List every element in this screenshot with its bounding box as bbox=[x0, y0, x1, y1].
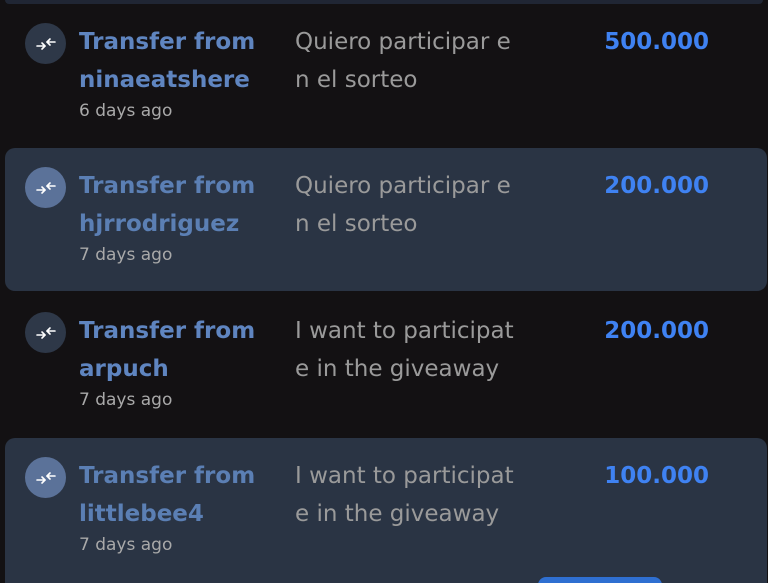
transfer-arrows-icon bbox=[25, 457, 66, 498]
transfer-title-link[interactable]: Transfer from hjrrodriguez bbox=[79, 167, 279, 243]
transaction-memo: I want to participat e in the giveaway bbox=[295, 312, 535, 388]
transaction-amount: 100.000 bbox=[604, 463, 709, 489]
transfer-arrows-svg bbox=[35, 181, 56, 194]
transfer-arrows-svg bbox=[35, 37, 56, 50]
sender-username-link[interactable]: hjrrodriguez bbox=[79, 205, 279, 243]
transfer-title-label: Transfer from bbox=[79, 463, 256, 489]
transfer-arrows-svg bbox=[35, 471, 56, 484]
memo-line: n el sorteo bbox=[295, 211, 418, 237]
transaction-timestamp: 7 days ago bbox=[79, 390, 173, 410]
transfer-arrows-icon bbox=[25, 312, 66, 353]
transaction-timestamp: 7 days ago bbox=[79, 535, 173, 555]
transaction-memo: Quiero participar e n el sorteo bbox=[295, 167, 535, 243]
memo-line: Quiero participar e bbox=[295, 173, 511, 199]
sender-username-link[interactable]: arpuch bbox=[79, 350, 279, 388]
transaction-memo: I want to participat e in the giveaway bbox=[295, 457, 535, 533]
transaction-row: Transfer from ninaeatshere 6 days ago Qu… bbox=[5, 4, 767, 144]
transfer-title-label: Transfer from bbox=[79, 29, 256, 55]
transaction-amount: 500.000 bbox=[604, 29, 709, 55]
transaction-memo: Quiero participar e n el sorteo bbox=[295, 23, 535, 99]
transaction-amount: 200.000 bbox=[604, 173, 709, 199]
memo-line: e in the giveaway bbox=[295, 356, 500, 382]
load-more-button[interactable] bbox=[538, 577, 662, 583]
transaction-timestamp: 7 days ago bbox=[79, 245, 173, 265]
transaction-timestamp: 6 days ago bbox=[79, 101, 173, 121]
transfer-title-label: Transfer from bbox=[79, 318, 256, 344]
transaction-history-panel: Transfer from ninaeatshere 6 days ago Qu… bbox=[0, 0, 768, 583]
transfer-title-label: Transfer from bbox=[79, 173, 256, 199]
sender-username-link[interactable]: ninaeatshere bbox=[79, 61, 279, 99]
transfer-arrows-svg bbox=[35, 326, 56, 339]
transaction-row: Transfer from littlebee4 7 days ago I wa… bbox=[5, 438, 767, 583]
memo-line: n el sorteo bbox=[295, 67, 418, 93]
memo-line: I want to participat bbox=[295, 318, 514, 344]
sender-username-link[interactable]: littlebee4 bbox=[79, 495, 279, 533]
memo-line: I want to participat bbox=[295, 463, 514, 489]
transaction-row: Transfer from hjrrodriguez 7 days ago Qu… bbox=[5, 148, 767, 291]
memo-line: Quiero participar e bbox=[295, 29, 511, 55]
transaction-row: Transfer from arpuch 7 days ago I want t… bbox=[5, 293, 767, 433]
transfer-title-link[interactable]: Transfer from ninaeatshere bbox=[79, 23, 279, 99]
transfer-title-link[interactable]: Transfer from arpuch bbox=[79, 312, 279, 388]
transfer-arrows-icon bbox=[25, 167, 66, 208]
transaction-amount: 200.000 bbox=[604, 318, 709, 344]
transfer-title-link[interactable]: Transfer from littlebee4 bbox=[79, 457, 279, 533]
memo-line: e in the giveaway bbox=[295, 501, 500, 527]
transfer-arrows-icon bbox=[25, 23, 66, 64]
